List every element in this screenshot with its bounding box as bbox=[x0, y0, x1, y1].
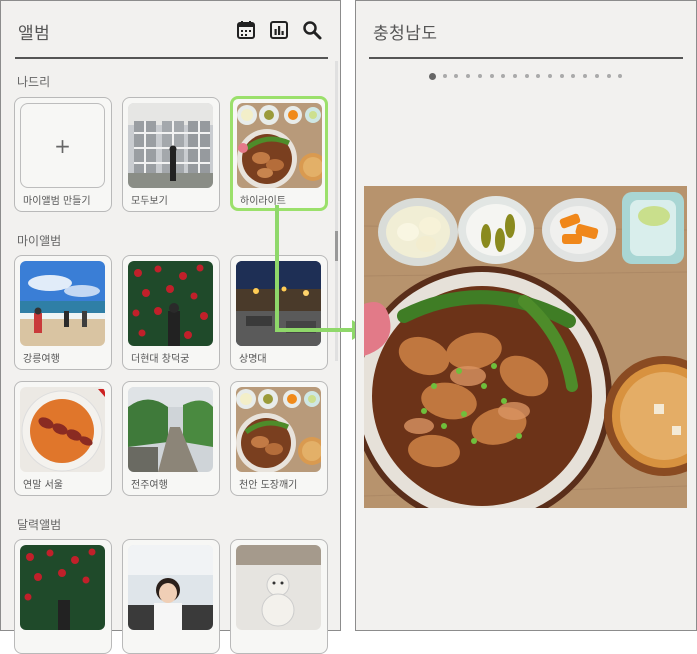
page-title: 앨범 bbox=[18, 24, 51, 44]
page-dot[interactable] bbox=[594, 74, 599, 78]
bar-chart-icon[interactable] bbox=[268, 19, 290, 41]
section-title-calendar: 달력앨범 bbox=[17, 518, 62, 532]
album-thumbnail bbox=[128, 261, 213, 346]
card-label: 상명대 bbox=[239, 354, 267, 365]
page-dot[interactable] bbox=[559, 74, 564, 78]
card-label: 연말 서울 bbox=[23, 480, 63, 491]
album-thumbnail bbox=[128, 545, 213, 630]
search-icon[interactable] bbox=[301, 19, 323, 41]
album-thumbnail bbox=[20, 545, 105, 630]
page-dot[interactable] bbox=[548, 74, 552, 78]
album-card-cheonan[interactable]: 천안 도장깨기 bbox=[230, 381, 328, 496]
album-detail-title: 충청남도 bbox=[373, 24, 438, 44]
header-divider bbox=[369, 57, 683, 59]
album-card-gangneung[interactable]: 강릉여행 bbox=[14, 255, 112, 370]
section-title-shared: 나드리 bbox=[17, 75, 51, 89]
card-label: 모두보기 bbox=[131, 196, 168, 207]
page-dot[interactable] bbox=[524, 74, 529, 78]
page-dot[interactable] bbox=[477, 74, 482, 78]
calendar-icon[interactable] bbox=[235, 19, 257, 41]
card-label: 전주여행 bbox=[131, 480, 168, 491]
page-dot[interactable] bbox=[489, 74, 494, 78]
page-dot[interactable] bbox=[442, 74, 447, 78]
album-thumbnail bbox=[236, 387, 321, 472]
album-thumbnail bbox=[128, 103, 213, 188]
album-thumbnail bbox=[20, 261, 105, 346]
album-card-hyundai[interactable]: 더현대 창덕궁 bbox=[122, 255, 220, 370]
create-album-card[interactable]: + 마이앨범 만들기 bbox=[14, 97, 112, 212]
page-dot[interactable] bbox=[606, 74, 611, 78]
album-thumbnail bbox=[20, 387, 105, 472]
card-label: 강릉여행 bbox=[23, 354, 60, 365]
header-divider bbox=[15, 57, 328, 59]
album-thumbnail bbox=[236, 545, 321, 630]
card-label: 마이앨범 만들기 bbox=[23, 196, 91, 207]
calendar-album-card[interactable] bbox=[122, 539, 220, 654]
calendar-album-card[interactable] bbox=[230, 539, 328, 654]
album-card-all[interactable]: 모두보기 bbox=[122, 97, 220, 212]
calendar-album-card[interactable] bbox=[14, 539, 112, 654]
album-thumbnail bbox=[237, 103, 322, 188]
album-photo[interactable] bbox=[364, 186, 687, 508]
plus-icon: + bbox=[20, 103, 105, 188]
album-thumbnail bbox=[128, 387, 213, 472]
album-card-highlight[interactable]: 하이라이트 bbox=[230, 96, 328, 211]
page-dot[interactable] bbox=[512, 74, 517, 78]
card-label: 천안 도장깨기 bbox=[239, 480, 298, 491]
card-label: 더현대 창덕궁 bbox=[131, 354, 190, 365]
album-card-seoul[interactable]: 연말 서울 bbox=[14, 381, 112, 496]
section-title-my-albums: 마이앨범 bbox=[17, 234, 62, 248]
page-dot[interactable] bbox=[429, 72, 436, 80]
album-card-jeonju[interactable]: 전주여행 bbox=[122, 381, 220, 496]
